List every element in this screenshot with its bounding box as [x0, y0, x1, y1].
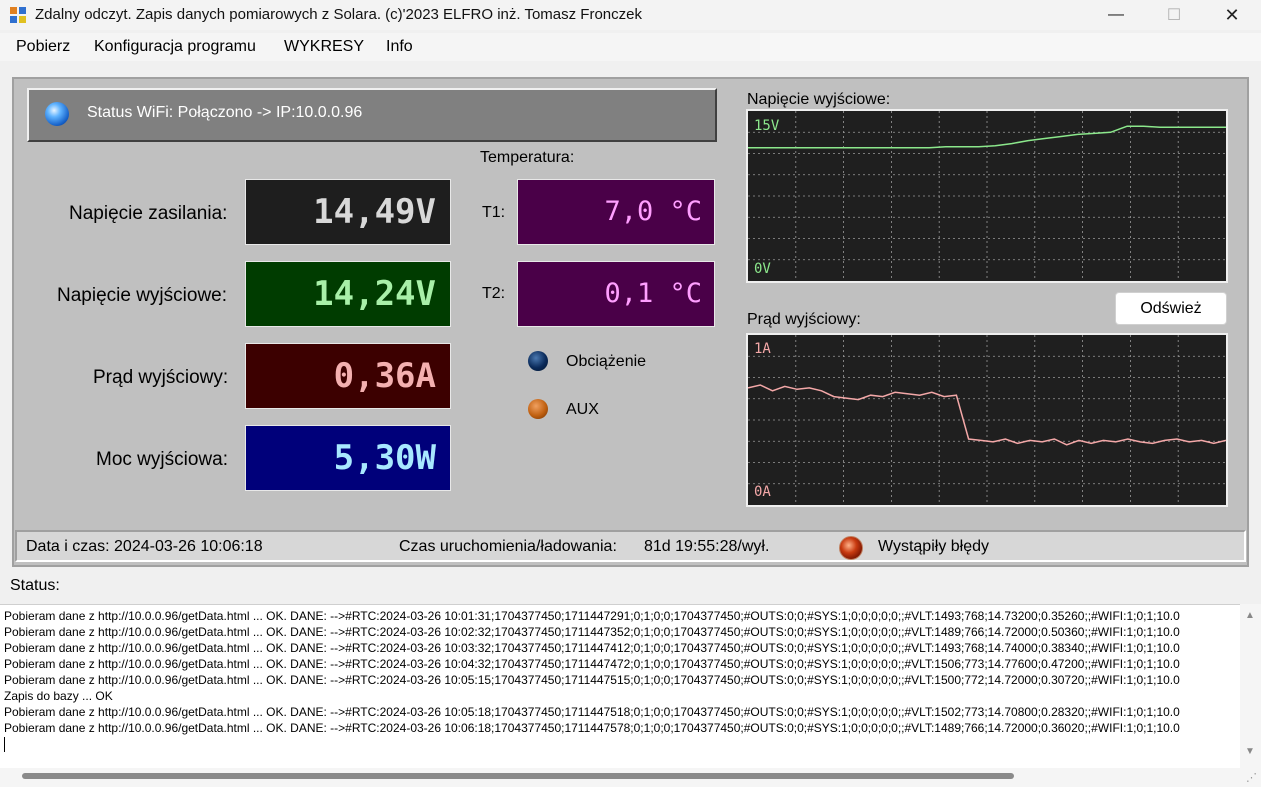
log-line: Pobieram dane z http://10.0.0.96/getData… — [4, 673, 1180, 687]
voltage-chart: 15V 0V — [746, 109, 1228, 283]
log-line: Pobieram dane z http://10.0.0.96/getData… — [4, 721, 1180, 735]
log-line: Pobieram dane z http://10.0.0.96/getData… — [4, 609, 1180, 623]
datetime-text: Data i czas: 2024-03-26 10:06:18 — [26, 538, 263, 555]
log-line: Pobieram dane z http://10.0.0.96/getData… — [4, 705, 1180, 719]
menu-pobierz[interactable]: Pobierz — [16, 38, 70, 56]
current-chart: 1A 0A — [746, 333, 1228, 507]
t1-display: 7,0 °C — [517, 179, 715, 245]
title-bar: Zdalny odczyt. Zapis danych pomiarowych … — [0, 0, 1261, 30]
current-chart-svg: 1A 0A — [747, 335, 1227, 505]
maximize-button[interactable]: ☐ — [1145, 0, 1203, 30]
log-line: Pobieram dane z http://10.0.0.96/getData… — [4, 657, 1180, 671]
load-label: Obciążenie — [566, 353, 647, 370]
voltage-chart-grid — [748, 111, 1226, 281]
menu-bar: Pobierz Konfiguracja programu WYKRESY In… — [0, 33, 760, 61]
uptime-value: 81d 19:55:28/wył. — [644, 538, 770, 555]
text-caret — [4, 737, 5, 752]
current-chart-top-label: 1A — [754, 341, 771, 357]
t2-display: 0,1 °C — [517, 261, 715, 327]
current-chart-grid — [748, 335, 1226, 505]
log-line: Zapis do bazy ... OK — [4, 689, 113, 703]
aux-label: AUX — [566, 401, 599, 418]
voltage-chart-bottom-label: 0V — [754, 261, 771, 277]
output-voltage-display: 14,24V — [245, 261, 451, 327]
error-led-icon — [839, 536, 863, 560]
window-title: Zdalny odczyt. Zapis danych pomiarowych … — [35, 6, 642, 23]
aux-led-icon — [528, 399, 548, 419]
menu-wykresy[interactable]: WYKRESY — [284, 38, 364, 56]
error-text: Wystąpiły błędy — [878, 538, 990, 555]
output-power-label: Moc wyjściowa: — [96, 449, 228, 470]
log-line: Pobieram dane z http://10.0.0.96/getData… — [4, 625, 1180, 639]
load-led-icon — [528, 351, 548, 371]
log-vertical-scrollbar[interactable]: ▲ ▼ — [1240, 604, 1261, 768]
status-label: Status: — [10, 577, 60, 594]
refresh-button[interactable]: Odśwież — [1115, 292, 1227, 325]
output-power-display: 5,30W — [245, 425, 451, 491]
voltage-chart-svg: 15V 0V — [748, 111, 1226, 281]
t2-label: T2: — [482, 285, 506, 302]
scroll-up-icon[interactable]: ▲ — [1245, 610, 1255, 621]
voltage-chart-top-label: 15V — [754, 118, 780, 134]
output-current-label: Prąd wyjściowy: — [93, 367, 229, 388]
uptime-label: Czas uruchomienia/ładowania: — [399, 538, 617, 555]
close-button[interactable]: ✕ — [1203, 0, 1261, 30]
log-textarea[interactable]: Pobieram dane z http://10.0.0.96/getData… — [0, 604, 1240, 768]
current-chart-bottom-label: 0A — [754, 484, 771, 500]
output-current-display: 0,36A — [245, 343, 451, 409]
output-voltage-label: Napięcie wyjściowe: — [57, 285, 228, 306]
horizontal-scroll-thumb[interactable] — [22, 773, 1014, 779]
menu-konfiguracja[interactable]: Konfiguracja programu — [94, 38, 256, 56]
wifi-status-led-icon — [45, 102, 69, 126]
app-icon — [10, 7, 26, 23]
resize-grip-icon[interactable]: ⋰ — [1246, 771, 1257, 784]
temperature-title: Temperatura: — [480, 149, 575, 166]
minimize-button[interactable]: — — [1087, 0, 1145, 30]
t1-label: T1: — [482, 204, 506, 221]
current-chart-title: Prąd wyjściowy: — [747, 311, 861, 328]
supply-voltage-display: 14,49V — [245, 179, 451, 245]
scroll-down-icon[interactable]: ▼ — [1245, 746, 1255, 757]
log-line: Pobieram dane z http://10.0.0.96/getData… — [4, 641, 1180, 655]
supply-voltage-label: Napięcie zasilania: — [69, 203, 228, 224]
menu-info[interactable]: Info — [386, 38, 413, 56]
menu-bar-filler — [760, 33, 1261, 61]
voltage-chart-title: Napięcie wyjściowe: — [747, 91, 891, 108]
wifi-status-text: Status WiFi: Połączono -> IP:10.0.0.96 — [87, 104, 363, 121]
